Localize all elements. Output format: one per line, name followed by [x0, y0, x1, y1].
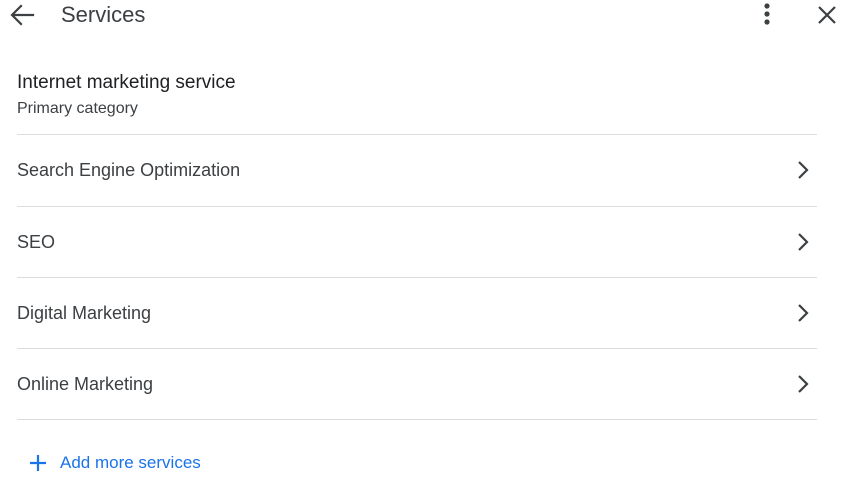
more-vert-icon [764, 3, 770, 25]
close-button[interactable] [814, 1, 840, 29]
service-label: Digital Marketing [17, 303, 152, 323]
panel-header: Services [0, 0, 849, 30]
plus-icon [30, 455, 46, 471]
service-row-seo[interactable]: SEO [17, 207, 817, 277]
close-icon [818, 6, 836, 24]
service-row-digital-marketing[interactable]: Digital Marketing [17, 278, 817, 348]
chevron-right-icon [798, 375, 809, 393]
chevron-right-icon [798, 161, 809, 179]
service-label: Online Marketing [17, 374, 154, 394]
chevron-right-icon [798, 304, 809, 322]
back-button[interactable] [8, 2, 36, 28]
primary-category-label: Primary category [17, 100, 138, 117]
service-row-search-engine-optimization[interactable]: Search Engine Optimization [17, 135, 817, 205]
divider [17, 419, 817, 420]
more-options-button[interactable] [754, 1, 780, 29]
service-label: Search Engine Optimization [17, 160, 241, 180]
primary-category-name: Internet marketing service [17, 72, 236, 93]
add-more-services-label: Add more services [60, 453, 201, 472]
primary-category: Internet marketing service Primary categ… [17, 70, 817, 120]
service-row-online-marketing[interactable]: Online Marketing [17, 349, 817, 419]
service-label: SEO [17, 232, 56, 252]
page-title: Services [61, 2, 146, 27]
arrow-back-icon [10, 4, 35, 26]
add-more-services-button[interactable]: Add more services [28, 450, 201, 476]
services-panel: Services Internet marketing service Prim… [0, 0, 849, 486]
chevron-right-icon [798, 233, 809, 251]
